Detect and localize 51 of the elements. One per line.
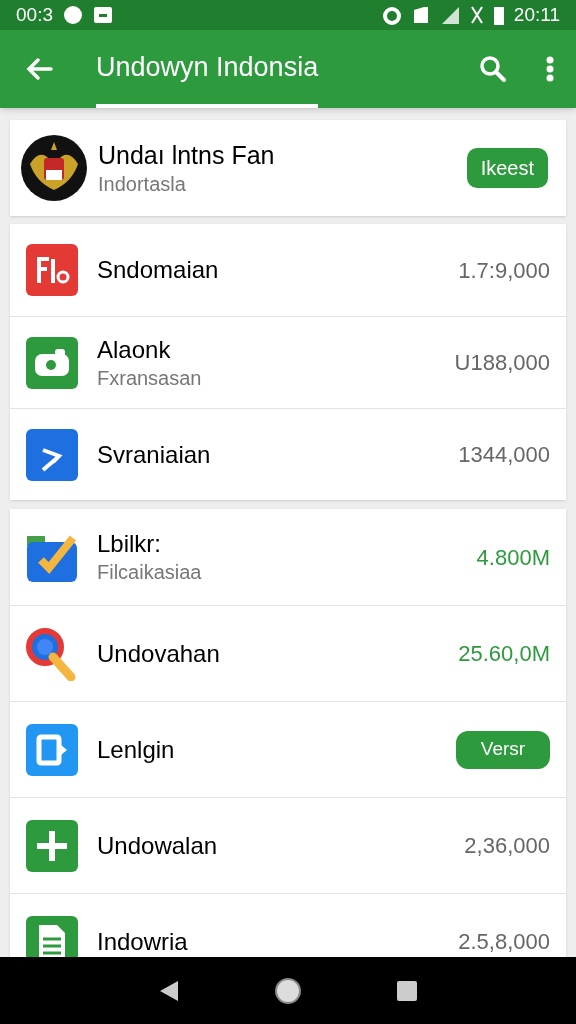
app-icon	[25, 243, 79, 297]
no-data-icon	[469, 5, 484, 25]
emblem-icon	[20, 134, 88, 202]
list-row[interactable]: Undowalan 2,36,000	[10, 797, 566, 893]
row-value: 4.800M	[476, 543, 550, 572]
row-value: 1.7:9,000	[458, 256, 550, 285]
plus-icon	[25, 818, 79, 873]
camera-icon	[25, 335, 79, 390]
list-row[interactable]: Sndomaian 1.7:9,000	[10, 224, 566, 316]
row-subtitle: Filcaikasiaa	[97, 560, 203, 585]
arrow-tile-icon	[25, 427, 79, 482]
back-triangle-icon	[159, 979, 180, 1002]
row-title: Lenlgin	[97, 734, 176, 765]
row-subtitle: Fxransasan	[97, 365, 203, 391]
home-circle-icon	[274, 976, 302, 1005]
search-button[interactable]	[478, 54, 508, 84]
row-title: Lbilkr:	[97, 529, 163, 559]
message-icon	[93, 6, 113, 24]
back-arrow-icon	[25, 57, 53, 81]
list-row[interactable]: Lbilkr: Filcaikasiaa 4.800M	[10, 509, 566, 605]
row-title: Undovahan	[97, 638, 221, 669]
more-icon	[546, 56, 554, 82]
row-button[interactable]: Versr	[456, 730, 550, 769]
list-row[interactable]: Undovahan 25.60,0M	[10, 605, 566, 701]
row-title: Indowria	[97, 926, 189, 957]
sim-icon	[411, 6, 430, 24]
clock-text: 20:11	[513, 2, 560, 27]
action-button[interactable]: Ikeest	[466, 148, 548, 188]
list-row[interactable]: Alaonk Fxransasan U188,000	[10, 316, 566, 408]
search-icon	[479, 55, 507, 83]
row-value: U188,000	[454, 349, 550, 377]
card-title: Undaı lntns Fan	[98, 139, 276, 171]
sync-icon	[381, 5, 402, 25]
notification-icon	[63, 5, 83, 25]
screen-icon	[25, 722, 79, 777]
card-subtitle: Indortasla	[98, 171, 187, 197]
row-value: 25.60,0M	[458, 640, 550, 668]
recents-square-icon	[395, 979, 418, 1002]
more-button[interactable]	[544, 54, 556, 84]
battery-icon	[493, 5, 504, 25]
row-value: 1344,000	[458, 441, 550, 469]
clock-text: 00:3	[16, 2, 53, 27]
row-value: 2.5,8,000	[458, 928, 550, 956]
row-title: Undowalan	[97, 830, 219, 861]
list-row[interactable]: Lenlgin Versr	[10, 701, 566, 797]
row-title: Sndomaian	[97, 255, 220, 285]
home-nav-button[interactable]	[273, 975, 303, 1006]
row-title: Alaonk	[97, 334, 172, 365]
list-row[interactable]: Svraniaian 1344,000	[10, 408, 566, 500]
row-title: Svraniaian	[97, 439, 212, 470]
row-value: 2,36,000	[464, 832, 550, 860]
